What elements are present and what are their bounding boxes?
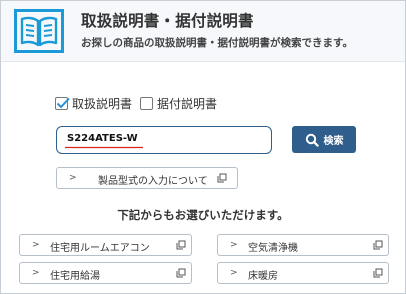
chevron-right-icon: > (32, 240, 40, 250)
page-title: 取扱説明書・据付説明書 (81, 12, 254, 30)
external-window-icon (176, 240, 186, 250)
model-help-label: 製品型式の入力について (98, 176, 208, 187)
spellcheck-underline (65, 146, 143, 149)
category-air-purifier[interactable]: > 空気清浄機 (217, 234, 389, 256)
categories-heading: 下記からもお選びいただけます。 (117, 208, 289, 222)
category-label: 床暖房 (248, 271, 278, 282)
search-input-value: S224ATES-W (67, 133, 138, 144)
header-divider (1, 61, 405, 62)
external-window-icon (176, 268, 186, 278)
category-label: 住宅用給湯 (50, 271, 100, 282)
checkbox-unchecked[interactable] (140, 96, 153, 110)
page-subtitle: お探しの商品の取扱説明書・据付説明書が検索できます。 (81, 37, 353, 49)
chevron-right-icon: > (230, 268, 238, 278)
search-icon (305, 133, 319, 147)
chevron-right-icon: > (230, 240, 238, 250)
filter-label: 据付説明書 (157, 96, 218, 111)
category-room-aircon[interactable]: > 住宅用ルームエアコン (19, 234, 192, 256)
category-water-heater[interactable]: > 住宅用給湯 (19, 262, 192, 284)
filter-instruction-manual[interactable]: 取扱説明書 (55, 94, 132, 112)
external-window-icon (217, 173, 227, 183)
filter-installation-manual[interactable]: 据付説明書 (140, 94, 217, 112)
checkmark-icon (56, 97, 70, 108)
external-window-icon (373, 268, 383, 278)
header: 取扱説明書・据付説明書 お探しの商品の取扱説明書・据付説明書が検索できます。 (1, 1, 405, 61)
manual-search-panel: 取扱説明書・据付説明書 お探しの商品の取扱説明書・据付説明書が検索できます。 取… (0, 0, 406, 294)
filter-label: 取扱説明書 (72, 96, 133, 111)
model-input-help-link[interactable]: > 製品型式の入力について (56, 167, 238, 189)
external-window-icon (373, 240, 383, 250)
chevron-right-icon: > (32, 268, 40, 278)
model-search-input[interactable]: S224ATES-W (56, 126, 272, 154)
checkbox-checked[interactable] (55, 96, 70, 110)
chevron-right-icon: > (69, 173, 77, 183)
category-label: 空気清浄機 (248, 243, 298, 254)
manual-book-icon (14, 9, 64, 53)
category-floor-heating[interactable]: > 床暖房 (217, 262, 389, 284)
category-label: 住宅用ルームエアコン (50, 243, 150, 254)
search-button[interactable]: 検索 (292, 126, 356, 153)
search-button-label: 検索 (323, 136, 344, 147)
